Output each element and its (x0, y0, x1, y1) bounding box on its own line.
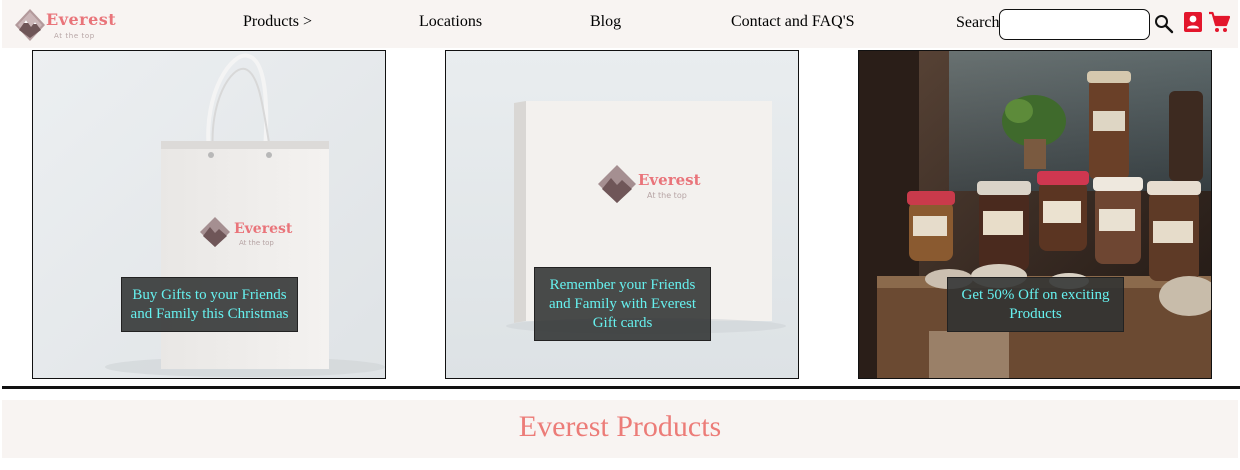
promo-card-gift-cards[interactable]: Everest At the top Remember your Friends… (445, 50, 799, 379)
promo-caption: Buy Gifts to your Friends and Family thi… (121, 277, 298, 332)
promo-caption: Remember your Friends and Family with Ev… (534, 267, 711, 341)
nav-products[interactable]: Products > (243, 13, 312, 31)
search-input[interactable] (999, 9, 1150, 40)
nav-blog[interactable]: Blog (590, 13, 621, 31)
nav-contact-faq[interactable]: Contact and FAQ'S (731, 13, 854, 31)
section-title: Everest Products (518, 410, 722, 443)
brand-tagline: At the top (54, 32, 95, 40)
promo-caption: Get 50% Off on exciting Products (947, 277, 1124, 332)
section-divider (2, 386, 1240, 389)
site-header: Everest At the top Products > Locations … (2, 0, 1238, 48)
promo-card-christmas-gifts[interactable]: Everest At the top Buy Gifts to your Fri… (32, 50, 386, 379)
svg-text:At the top: At the top (647, 191, 687, 200)
mountain-logo-icon (15, 9, 45, 41)
search-icon[interactable] (1154, 14, 1174, 34)
svg-text:Everest: Everest (638, 171, 701, 189)
account-icon[interactable] (1184, 12, 1202, 32)
products-section-header: Everest Products (2, 400, 1238, 458)
cart-icon[interactable] (1208, 11, 1230, 33)
svg-text:Everest: Everest (234, 221, 293, 237)
svg-text:At the top: At the top (239, 239, 274, 247)
search-label: Search (956, 14, 1000, 31)
promo-card-discount[interactable]: Get 50% Off on exciting Products (858, 50, 1212, 379)
brand-name: Everest (46, 10, 117, 29)
nav-locations[interactable]: Locations (419, 13, 482, 31)
brand-logo[interactable]: Everest At the top (14, 8, 124, 44)
